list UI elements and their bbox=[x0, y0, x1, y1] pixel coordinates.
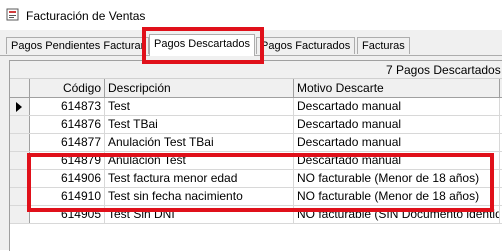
tab-panel-pagos-descartados: 7 Pagos Descartados pa Código Descripció… bbox=[0, 55, 502, 251]
cell-codigo[interactable]: 614905 bbox=[30, 206, 105, 223]
row-selector[interactable] bbox=[10, 188, 30, 205]
table-row[interactable]: 614876 Test TBai Descartado manual 1 bbox=[10, 116, 502, 134]
window-title: Facturación de Ventas bbox=[26, 9, 146, 23]
cell-descripcion[interactable]: Test sin fecha nacimiento bbox=[105, 188, 294, 205]
invoice-app-icon bbox=[6, 8, 19, 21]
row-selector[interactable] bbox=[10, 98, 30, 115]
table-row[interactable]: 614906 Test factura menor edad NO factur… bbox=[10, 170, 502, 188]
current-row-arrow-icon bbox=[16, 102, 22, 112]
cell-descripcion[interactable]: Anulación Test bbox=[105, 152, 294, 169]
cell-codigo[interactable]: 614876 bbox=[30, 116, 105, 133]
discarded-payments-grid[interactable]: 7 Pagos Descartados pa Código Descripció… bbox=[9, 60, 502, 251]
table-row[interactable]: 614905 Test Sin DNI NO facturable (SIN D… bbox=[10, 206, 502, 224]
cell-motivo-descarte[interactable]: Descartado manual bbox=[294, 116, 500, 133]
tab-pagos-facturados[interactable]: Pagos Facturados bbox=[256, 37, 356, 54]
cell-descripcion[interactable]: Test Sin DNI bbox=[105, 206, 294, 223]
row-selector[interactable] bbox=[10, 170, 30, 187]
column-header-descripcion[interactable]: Descripción bbox=[105, 79, 294, 97]
cell-motivo-descarte[interactable]: Descartado manual bbox=[294, 134, 500, 151]
cell-descripcion[interactable]: Test bbox=[105, 98, 294, 115]
cell-codigo[interactable]: 614879 bbox=[30, 152, 105, 169]
column-header-codigo[interactable]: Código bbox=[30, 79, 105, 97]
tab-facturas[interactable]: Facturas bbox=[357, 37, 410, 54]
cell-codigo[interactable]: 614877 bbox=[30, 134, 105, 151]
grid-summary-row: 7 Pagos Descartados pa bbox=[10, 61, 502, 79]
cell-codigo[interactable]: 614910 bbox=[30, 188, 105, 205]
cell-motivo-descarte[interactable]: NO facturable (Menor de 18 años) bbox=[294, 170, 500, 187]
cell-descripcion[interactable]: Test TBai bbox=[105, 116, 294, 133]
cell-motivo-descarte[interactable]: Descartado manual bbox=[294, 98, 500, 115]
cell-motivo-descarte[interactable]: NO facturable (SIN Documento identidad) bbox=[294, 206, 500, 223]
table-row[interactable]: 614910 Test sin fecha nacimiento NO fact… bbox=[10, 188, 502, 206]
cell-descripcion[interactable]: Test factura menor edad bbox=[105, 170, 294, 187]
cell-motivo-descarte[interactable]: NO facturable (Menor de 18 años) bbox=[294, 188, 500, 205]
row-selector[interactable] bbox=[10, 206, 30, 223]
table-row[interactable]: 614879 Anulación Test Descartado manual … bbox=[10, 152, 502, 170]
cell-codigo[interactable]: 614873 bbox=[30, 98, 105, 115]
tab-pagos-pendientes-facturar[interactable]: Pagos Pendientes Facturar bbox=[6, 37, 150, 54]
row-selector[interactable] bbox=[10, 116, 30, 133]
column-header-motivo-descarte[interactable]: Motivo Descarte bbox=[294, 79, 500, 97]
grid-header: Código Descripción Motivo Descarte bbox=[10, 79, 502, 98]
tab-bar: Pagos Pendientes Facturar Pagos Descarta… bbox=[0, 30, 502, 56]
cell-codigo[interactable]: 614906 bbox=[30, 170, 105, 187]
summary-count: 7 Pagos Descartados pa bbox=[386, 63, 502, 77]
cell-motivo-descarte[interactable]: Descartado manual bbox=[294, 152, 500, 169]
title-bar: Facturación de Ventas bbox=[0, 0, 502, 30]
cell-descripcion[interactable]: Anulación Test TBai bbox=[105, 134, 294, 151]
row-selector[interactable] bbox=[10, 152, 30, 169]
row-selector[interactable] bbox=[10, 134, 30, 151]
table-row[interactable]: 614877 Anulación Test TBai Descartado ma… bbox=[10, 134, 502, 152]
grid-rows: 614873 Test Descartado manual 1 614876 T… bbox=[10, 98, 502, 224]
tab-pagos-descartados[interactable]: Pagos Descartados bbox=[149, 34, 255, 56]
table-row[interactable]: 614873 Test Descartado manual 1 bbox=[10, 98, 502, 116]
row-selector-header bbox=[10, 79, 30, 97]
